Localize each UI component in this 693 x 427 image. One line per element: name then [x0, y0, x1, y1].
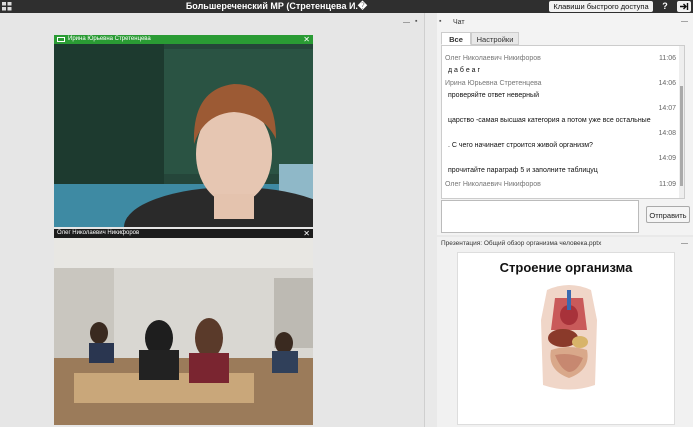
slide-title: Строение организма — [499, 260, 633, 275]
panel-options-icon[interactable]: ▪ — [415, 18, 417, 25]
webcam-icon — [57, 37, 65, 42]
scrollbar-thumb[interactable] — [680, 86, 683, 186]
presentation-title: Презентация: Общий обзор организма челов… — [441, 240, 602, 247]
minimize-icon[interactable]: — — [681, 18, 688, 25]
chat-panel: ▪ Чат — Все Настройки Олег Николаевич Ни… — [437, 13, 693, 235]
exit-icon — [680, 3, 689, 10]
message-sender: Ирина Юрьевна Стретенцева — [445, 80, 542, 87]
tab-all[interactable]: Все — [441, 32, 471, 45]
message-text: прочитайте параграф 5 и заполните таблиц… — [448, 167, 598, 174]
chat-title: Чат — [453, 19, 465, 26]
chat-messages: Олег Николаевич Никифоров 11:06 д а б е … — [441, 45, 685, 199]
close-icon[interactable]: ✕ — [303, 229, 310, 238]
top-bar: Большереченский МР (Стретенцева И.� Клав… — [0, 0, 693, 13]
send-button[interactable]: Отправить — [646, 206, 690, 223]
message-time: 14:09 — [658, 155, 676, 162]
tab-settings[interactable]: Настройки — [471, 32, 519, 45]
minimize-icon[interactable]: — — [403, 19, 410, 26]
message-text: проверяйте ответ неверный — [448, 92, 539, 99]
panel-options-icon[interactable]: ▪ — [439, 18, 441, 25]
message-time: 14:07 — [658, 105, 676, 112]
keyboard-shortcuts-button[interactable]: Клавиши быстрого доступа — [549, 1, 653, 12]
message-text: царство -самая высшая категория а потом … — [448, 117, 651, 124]
message-sender: Олег Николаевич Никифоров — [445, 181, 541, 188]
participant-name: Олег Николаевич Никифоров — [57, 230, 140, 236]
video-header: Ирина Юрьевна Стретенцева ✕ — [54, 35, 313, 44]
chat-message-input[interactable] — [441, 200, 639, 233]
help-button[interactable]: ? — [659, 0, 671, 13]
message-time: 11:09 — [659, 181, 676, 188]
video-header: Олег Николаевич Никифоров ✕ — [54, 229, 313, 238]
classroom-video-frame — [54, 238, 313, 425]
presentation-panel: Презентация: Общий обзор организма челов… — [437, 237, 693, 427]
minimize-icon[interactable]: — — [681, 240, 688, 247]
message-text: . С чего начинает строится живой организ… — [448, 142, 593, 149]
meeting-title: Большереченский МР (Стретенцева И.� — [185, 1, 368, 11]
anatomy-model-image — [541, 285, 597, 390]
message-time: 14:08 — [658, 130, 676, 137]
message-time: 11:06 — [659, 55, 676, 62]
presentation-slide: Строение организма — [457, 252, 675, 425]
message-time: 14:06 — [658, 80, 676, 87]
chat-scrollbar[interactable] — [679, 46, 684, 198]
exit-button[interactable] — [677, 1, 691, 12]
message-sender: Олег Николаевич Никифоров — [445, 55, 541, 62]
close-icon[interactable]: ✕ — [303, 35, 310, 44]
message-text: д а б е а г — [448, 67, 481, 74]
video-feed-classroom[interactable]: Олег Николаевич Никифоров ✕ — [54, 229, 313, 425]
participant-name: Ирина Юрьевна Стретенцева — [68, 36, 151, 42]
video-feed-teacher[interactable]: Ирина Юрьевна Стретенцева ✕ — [54, 35, 313, 227]
video-panel: — ▪ Ирина Юрьевна Стретенцева ✕ Олег Ник… — [0, 13, 425, 427]
teacher-video-frame — [54, 44, 313, 227]
